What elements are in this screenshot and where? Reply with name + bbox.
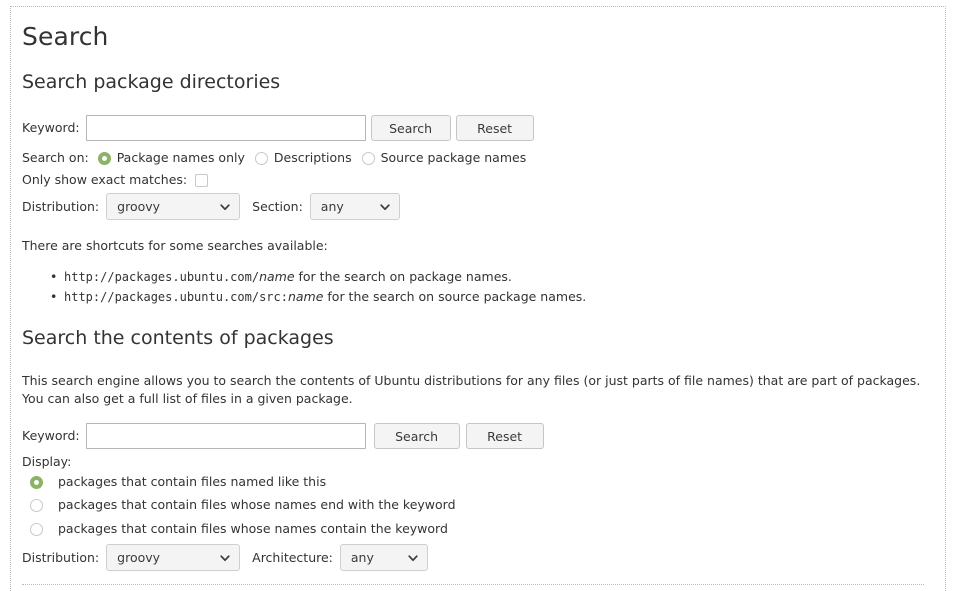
radio-label-source-package-names: Source package names [380,150,527,165]
architecture-select-value: any [350,550,374,565]
distribution-select-value: groovy [117,199,161,214]
display-option-row-2: packages that contain files whose names … [30,521,448,537]
radio-files-names-contain-keyword[interactable] [30,522,43,536]
shortcut-url-prefix: http://packages.ubuntu.com/ [64,270,260,284]
contents-keyword-label: Keyword: [22,428,80,443]
package-keyword-label: Keyword: [22,120,80,135]
radio-label-files-names-contain-keyword: packages that contain files whose names … [58,521,448,536]
contents-distribution-select[interactable]: groovy [106,544,241,571]
radio-label-files-named-like-this: packages that contain files named like t… [58,474,327,489]
radio-files-named-like-this[interactable] [30,475,43,489]
distribution-select[interactable]: groovy [106,193,241,220]
chevron-down-icon [379,201,391,213]
bottom-divider [22,584,924,585]
contents-distribution-select-value: groovy [117,550,161,565]
shortcut-url-prefix: http://packages.ubuntu.com/src: [64,290,288,304]
chevron-down-icon [407,552,419,564]
display-option-row-1: packages that contain files whose names … [30,497,456,513]
contents-search-button[interactable]: Search [373,423,460,449]
radio-files-names-end-with-keyword[interactable] [30,498,43,512]
exact-matches-checkbox[interactable] [195,173,209,187]
chevron-down-icon [219,201,231,213]
section-select[interactable]: any [309,193,400,220]
shortcuts-list: http://packages.ubuntu.com/name for the … [46,267,746,307]
section-heading-package-directories: Search package directories [22,71,281,93]
radio-source-package-names[interactable] [361,151,375,165]
section-label: Section: [252,198,303,214]
list-item: http://packages.ubuntu.com/src:name for … [46,287,746,307]
shortcut-suffix: for the search on package names. [294,269,512,284]
list-item: http://packages.ubuntu.com/name for the … [46,267,746,287]
contents-description: This search engine allows you to search … [22,373,921,406]
distribution-section-row: Distribution: groovy Section: any [22,193,400,220]
package-keyword-row: Keyword: Search Reset [22,115,534,141]
section-select-value: any [320,199,344,214]
chevron-down-icon [219,552,231,564]
display-label: Display: [22,454,72,469]
exact-matches-row: Only show exact matches: [22,172,209,188]
shortcut-url-variable: name [287,289,324,304]
contents-keyword-input[interactable] [85,423,366,449]
search-on-row: Search on: Package names only Descriptio… [22,150,526,166]
package-keyword-input[interactable] [85,115,366,141]
radio-package-names-only[interactable] [97,151,111,165]
architecture-label: Architecture: [252,549,333,565]
page-title: Search [22,22,109,51]
contents-keyword-row: Keyword: Search Reset [22,423,544,449]
shortcut-url-variable: name [259,269,295,284]
radio-descriptions[interactable] [254,151,268,165]
contents-distribution-label: Distribution: [22,549,100,565]
contents-reset-button[interactable]: Reset [465,423,544,449]
radio-label-descriptions: Descriptions [273,150,352,165]
search-on-label: Search on: [22,150,89,165]
radio-label-package-names-only: Package names only [116,150,245,165]
package-reset-button[interactable]: Reset [455,115,534,141]
shortcut-suffix: for the search on source package names. [323,289,587,304]
distribution-architecture-row: Distribution: groovy Architecture: any [22,544,428,571]
section-heading-contents: Search the contents of packages [22,327,334,349]
shortcuts-intro: There are shortcuts for some searches av… [22,238,328,253]
architecture-select[interactable]: any [339,544,428,571]
package-search-button[interactable]: Search [370,115,451,141]
distribution-label: Distribution: [22,198,100,214]
display-option-row-0: packages that contain files named like t… [30,474,326,490]
exact-matches-label: Only show exact matches: [22,172,188,187]
radio-label-files-names-end-with-keyword: packages that contain files whose names … [58,497,456,512]
